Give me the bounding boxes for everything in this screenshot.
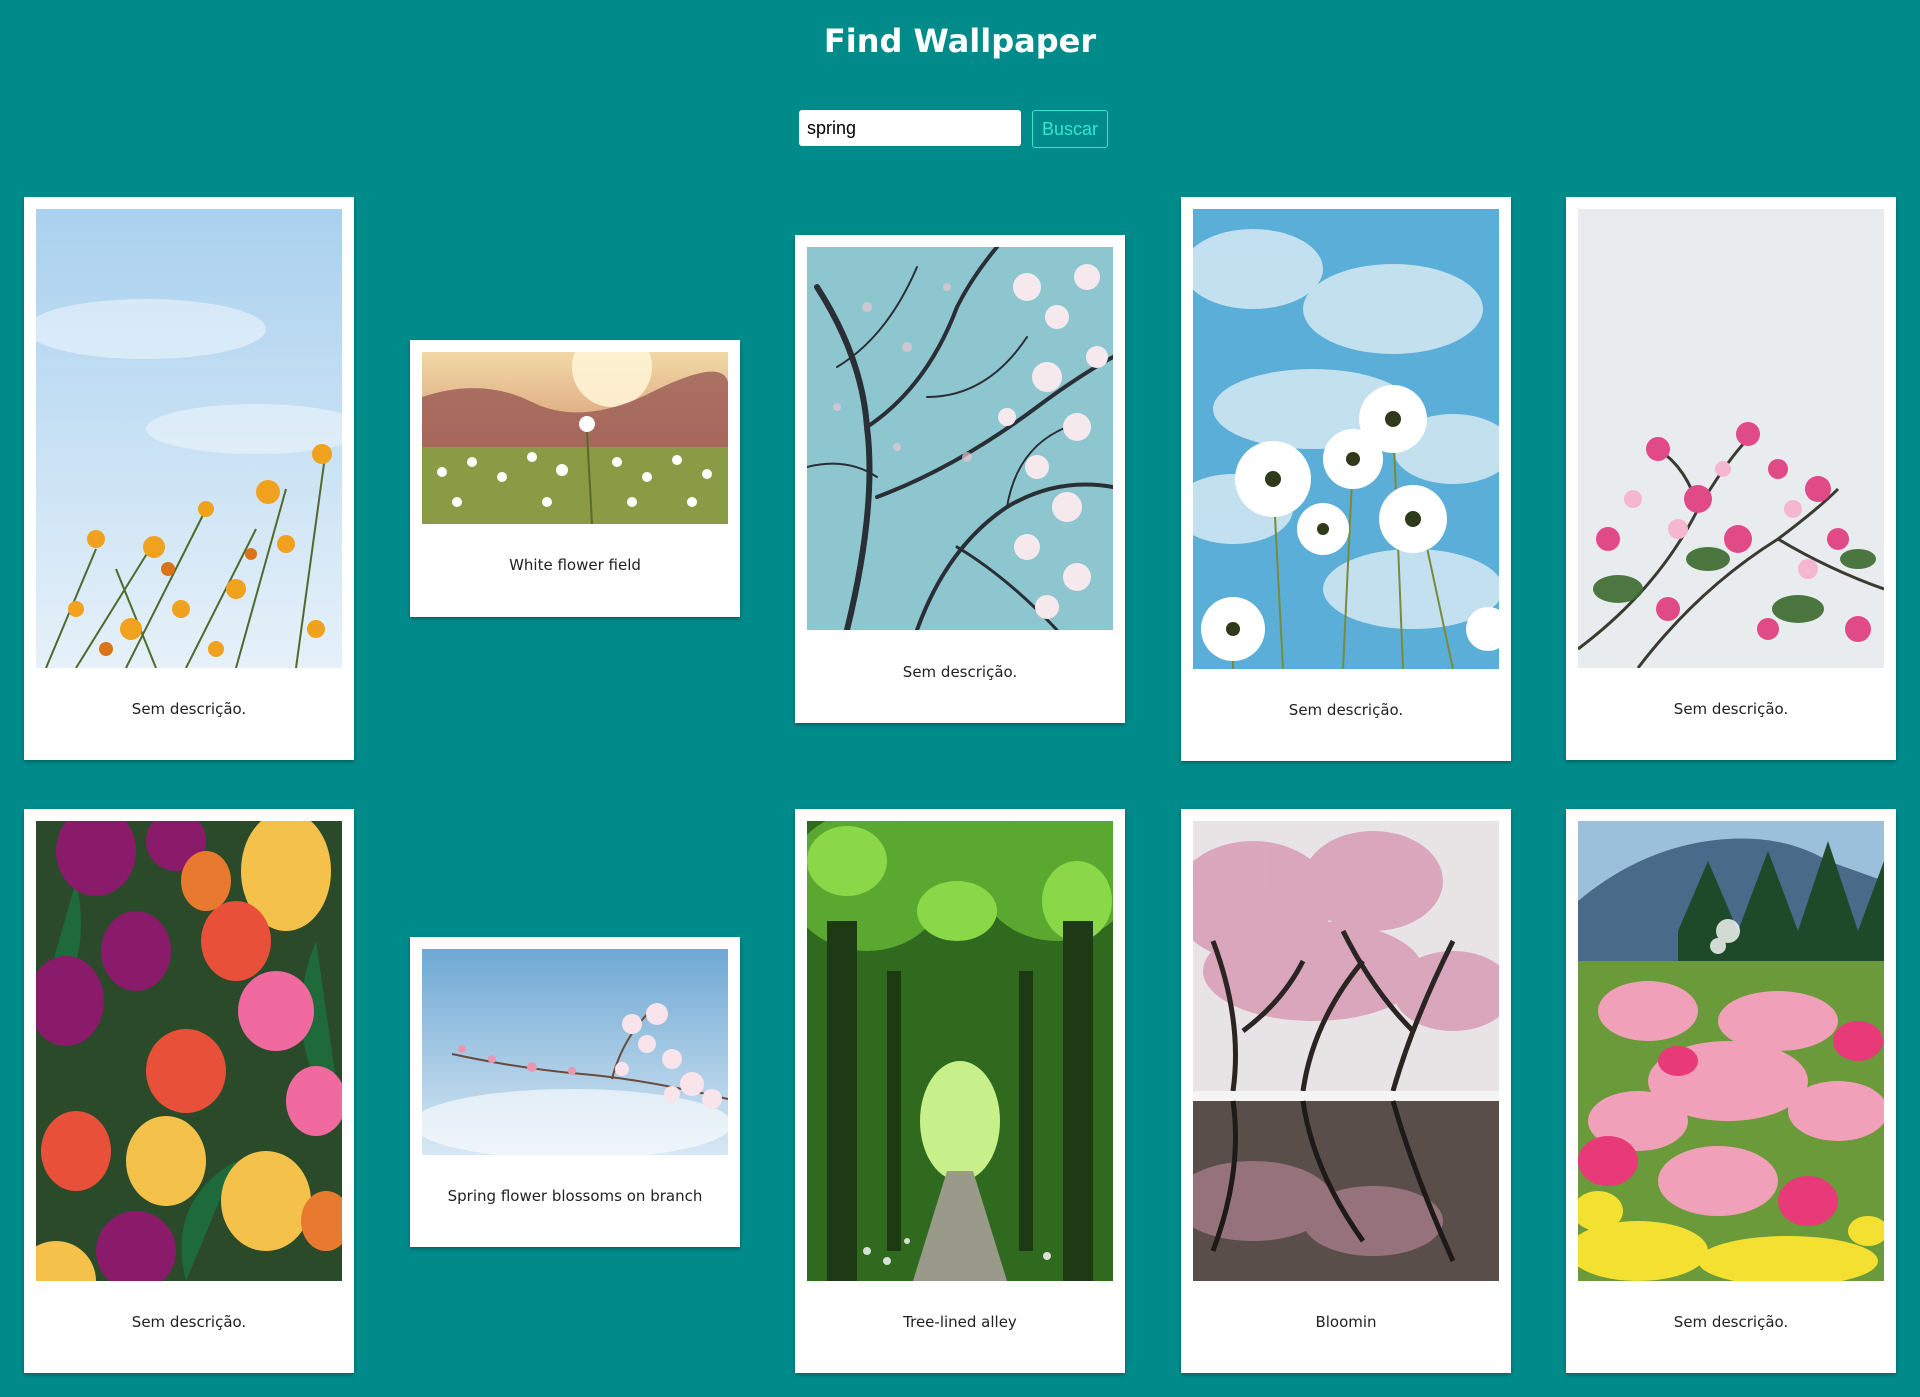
wallpaper-card[interactable]: White flower field	[410, 340, 740, 617]
wallpaper-card[interactable]: Sem descrição.	[1181, 197, 1511, 761]
wallpaper-image[interactable]	[1578, 209, 1884, 668]
wallpaper-image[interactable]	[1193, 821, 1499, 1281]
wallpaper-caption: Sem descrição.	[1288, 701, 1404, 719]
wallpaper-image[interactable]	[807, 821, 1113, 1281]
wallpaper-image[interactable]	[1193, 209, 1499, 669]
wallpaper-card[interactable]: Tree-lined alley	[795, 809, 1125, 1373]
search-input[interactable]	[799, 110, 1021, 146]
wallpaper-caption: Sem descrição.	[902, 663, 1018, 681]
wallpaper-image[interactable]	[36, 209, 342, 668]
wallpaper-caption: Sem descrição.	[131, 700, 247, 718]
search-button[interactable]: Buscar	[1032, 110, 1109, 148]
wallpaper-card[interactable]: Sem descrição.	[1566, 809, 1896, 1373]
wallpaper-card[interactable]: Sem descrição.	[24, 809, 354, 1373]
wallpaper-image[interactable]	[422, 949, 728, 1155]
search-bar: Buscar	[799, 110, 1109, 148]
wallpaper-image[interactable]	[422, 352, 728, 524]
wallpaper-card[interactable]: Bloomin	[1181, 809, 1511, 1373]
wallpaper-caption: Sem descrição.	[131, 1313, 247, 1331]
wallpaper-card[interactable]: Spring flower blossoms on branch	[410, 937, 740, 1247]
wallpaper-image[interactable]	[36, 821, 342, 1281]
wallpaper-image[interactable]	[1578, 821, 1884, 1281]
page-title: Find Wallpaper	[823, 22, 1097, 60]
wallpaper-caption: Spring flower blossoms on branch	[447, 1187, 703, 1205]
wallpaper-card[interactable]: Sem descrição.	[24, 197, 354, 760]
wallpaper-card[interactable]: Sem descrição.	[795, 235, 1125, 723]
wallpaper-caption: Sem descrição.	[1673, 1313, 1789, 1331]
wallpaper-caption: Sem descrição.	[1673, 700, 1789, 718]
wallpaper-caption: Tree-lined alley	[903, 1313, 1017, 1331]
wallpaper-card[interactable]: Sem descrição.	[1566, 197, 1896, 760]
wallpaper-caption: White flower field	[509, 556, 641, 574]
wallpaper-image[interactable]	[807, 247, 1113, 630]
wallpaper-caption: Bloomin	[1315, 1313, 1377, 1331]
